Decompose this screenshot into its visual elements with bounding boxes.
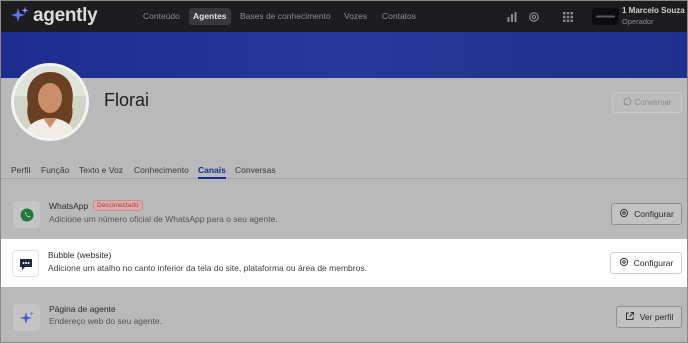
configure-button-label: Configurar bbox=[633, 258, 674, 268]
tab-perfil[interactable]: Perfil bbox=[11, 165, 30, 179]
nav-item-agentes[interactable]: Agentes bbox=[189, 8, 231, 25]
channel-row-bubble: Bubble (website) Adicione um atalho no c… bbox=[1, 239, 687, 287]
channel-description: Adicione um número oficial de WhatsApp p… bbox=[49, 214, 278, 224]
app-logo[interactable]: agently bbox=[10, 5, 98, 27]
channel-description: Endereço web do seu agente. bbox=[49, 316, 162, 326]
agent-avatar bbox=[11, 63, 89, 141]
tab-funcao[interactable]: Função bbox=[41, 165, 69, 179]
configure-button-label: Configurar bbox=[634, 209, 674, 219]
channel-row-agent-page: Página de agente Endereço web do seu age… bbox=[1, 289, 687, 342]
apps-grid-icon[interactable] bbox=[562, 10, 574, 22]
configure-button[interactable]: Configurar bbox=[610, 252, 682, 274]
sparkle-icon bbox=[13, 304, 40, 331]
channel-row-whatsapp: WhatsApp Desconectado Adicione um número… bbox=[1, 191, 687, 237]
talk-button-label: Conversar bbox=[634, 98, 672, 107]
whatsapp-icon bbox=[13, 201, 40, 228]
channel-title: WhatsApp bbox=[49, 201, 89, 211]
gear-icon bbox=[619, 257, 629, 269]
external-link-icon bbox=[625, 311, 635, 323]
nav-item-bases[interactable]: Bases de conhecimento bbox=[236, 8, 335, 25]
nav-item-vozes[interactable]: Vozes bbox=[340, 8, 371, 25]
gear-icon bbox=[619, 208, 629, 220]
settings-icon[interactable] bbox=[528, 10, 540, 22]
app-name: agently bbox=[33, 5, 98, 26]
app-frame: agently Conteúdo Agentes Bases de conhec… bbox=[0, 0, 688, 343]
talk-button[interactable]: Conversar bbox=[612, 92, 682, 113]
bar-chart-icon[interactable] bbox=[506, 10, 518, 22]
agent-name: Florai bbox=[104, 90, 150, 110]
channel-title: Bubble (website) bbox=[48, 250, 112, 260]
profile-tabs: Perfil Função Texto e Voz Conhecimento C… bbox=[1, 161, 687, 179]
status-badge: Desconectado bbox=[93, 200, 143, 211]
tab-texto-e-voz[interactable]: Texto e Voz bbox=[79, 165, 123, 179]
view-profile-label: Ver perfil bbox=[639, 312, 674, 322]
sparkle-logo-icon bbox=[10, 6, 30, 26]
user-name[interactable]: 1 Marcelo Souza bbox=[622, 6, 685, 15]
channel-description: Adicione um atalho no canto inferior da … bbox=[48, 263, 367, 273]
tab-canais[interactable]: Canais bbox=[198, 165, 226, 179]
tab-conversas[interactable]: Conversas bbox=[235, 165, 276, 179]
user-role: Operador bbox=[622, 17, 654, 26]
tab-conhecimento[interactable]: Conhecimento bbox=[134, 165, 189, 179]
profile-banner bbox=[1, 32, 687, 78]
top-nav-bar: agently Conteúdo Agentes Bases de conhec… bbox=[1, 1, 687, 32]
channel-title: Página de agente bbox=[49, 304, 116, 314]
nav-item-conteudo[interactable]: Conteúdo bbox=[139, 8, 184, 25]
organization-logo[interactable] bbox=[592, 8, 619, 25]
chat-icon bbox=[623, 97, 632, 108]
view-profile-button[interactable]: Ver perfil bbox=[616, 306, 682, 328]
configure-button[interactable]: Configurar bbox=[611, 203, 682, 225]
chat-bubble-icon bbox=[12, 250, 39, 277]
nav-item-contatos[interactable]: Contatos bbox=[378, 8, 420, 25]
